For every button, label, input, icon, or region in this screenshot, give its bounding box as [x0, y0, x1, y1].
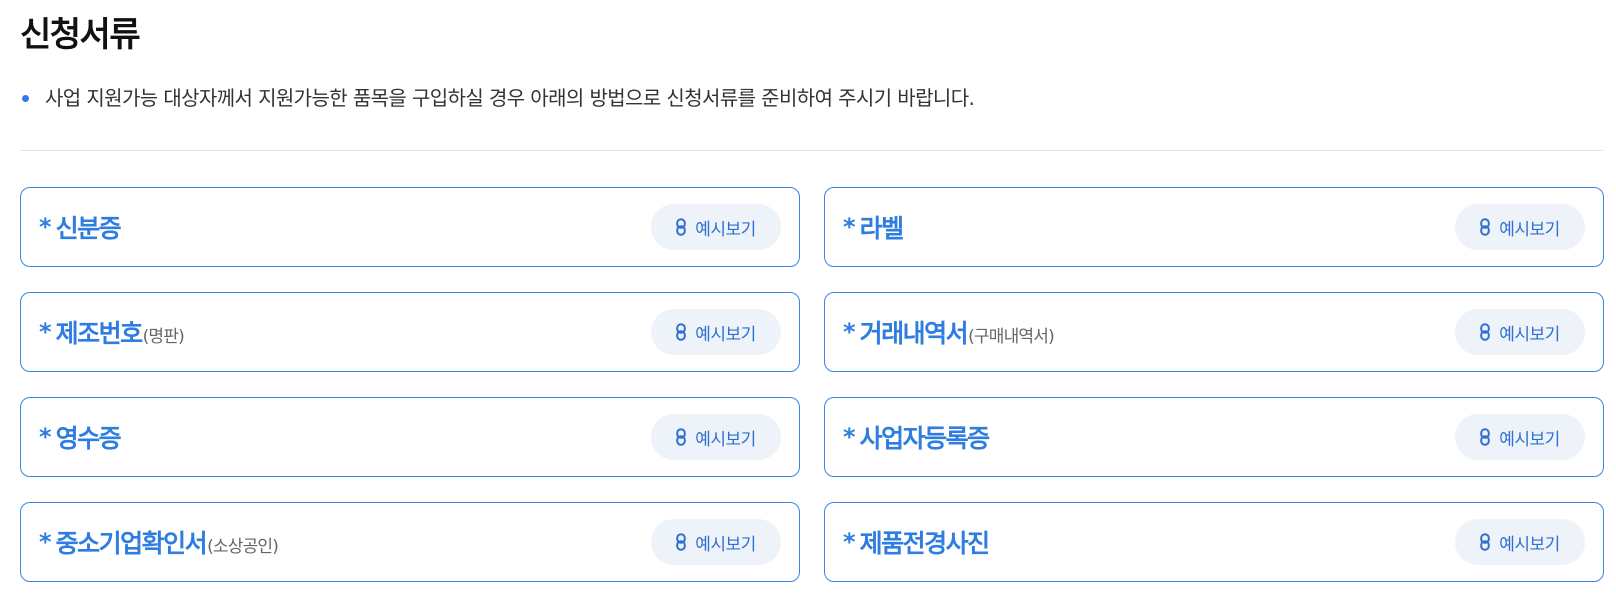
bullet-icon: [22, 94, 29, 102]
document-label: 영수증: [55, 424, 122, 453]
link-icon: [676, 428, 687, 446]
document-title: * 영수증: [39, 419, 122, 455]
documents-grid: * 신분증 예시보기 * 라벨 예시보기 * 제조번호 (명판) 예시보기 * …: [20, 187, 1604, 582]
document-title: * 제조번호 (명판): [39, 314, 185, 350]
document-card-receipt: * 영수증 예시보기: [20, 397, 800, 477]
document-label: 거래내역서: [859, 319, 969, 348]
link-icon: [676, 218, 687, 236]
required-star: *: [843, 318, 856, 346]
view-example-label: 예시보기: [1499, 324, 1560, 345]
view-example-label: 예시보기: [1499, 219, 1560, 240]
document-label: 신분증: [55, 214, 122, 243]
document-sublabel: (구매내역서): [968, 327, 1055, 347]
document-title: * 사업자등록증: [843, 419, 990, 455]
document-card-business-registration: * 사업자등록증 예시보기: [824, 397, 1604, 477]
document-card-sme-certificate: * 중소기업확인서 (소상공인) 예시보기: [20, 502, 800, 582]
view-example-label: 예시보기: [695, 219, 756, 240]
document-title: * 제품전경사진: [843, 524, 990, 560]
link-icon: [676, 533, 687, 551]
document-label: 제조번호: [55, 319, 144, 348]
document-sublabel: (소상공인): [207, 537, 279, 557]
view-example-button[interactable]: 예시보기: [1455, 414, 1585, 460]
view-example-label: 예시보기: [695, 534, 756, 555]
required-star: *: [843, 423, 856, 451]
document-label: 제품전경사진: [859, 529, 991, 558]
view-example-button[interactable]: 예시보기: [651, 414, 781, 460]
description: 사업 지원가능 대상자께서 지원가능한 품목을 구입하실 경우 아래의 방법으로…: [20, 82, 975, 114]
view-example-label: 예시보기: [1499, 534, 1560, 555]
link-icon: [1480, 533, 1491, 551]
document-title: * 라벨: [843, 209, 904, 245]
description-text: 사업 지원가능 대상자께서 지원가능한 품목을 구입하실 경우 아래의 방법으로…: [45, 86, 975, 110]
required-star: *: [39, 528, 52, 556]
document-label: 사업자등록증: [859, 424, 991, 453]
document-title: * 중소기업확인서 (소상공인): [39, 524, 279, 560]
required-star: *: [39, 423, 52, 451]
page-title: 신청서류: [20, 15, 141, 55]
application-documents-section: 신청서류 사업 지원가능 대상자께서 지원가능한 품목을 구입하실 경우 아래의…: [0, 0, 1616, 601]
view-example-button[interactable]: 예시보기: [1455, 309, 1585, 355]
document-title: * 거래내역서 (구매내역서): [843, 314, 1055, 350]
required-star: *: [843, 213, 856, 241]
document-label: 라벨: [859, 214, 905, 243]
view-example-button[interactable]: 예시보기: [651, 519, 781, 565]
document-card-id-card: * 신분증 예시보기: [20, 187, 800, 267]
document-label: 중소기업확인서: [55, 529, 208, 558]
link-icon: [1480, 218, 1491, 236]
view-example-button[interactable]: 예시보기: [1455, 519, 1585, 565]
view-example-button[interactable]: 예시보기: [1455, 204, 1585, 250]
required-star: *: [843, 528, 856, 556]
link-icon: [1480, 428, 1491, 446]
link-icon: [1480, 323, 1491, 341]
required-star: *: [39, 318, 52, 346]
view-example-label: 예시보기: [695, 429, 756, 450]
link-icon: [676, 323, 687, 341]
document-title: * 신분증: [39, 209, 122, 245]
document-card-serial-number: * 제조번호 (명판) 예시보기: [20, 292, 800, 372]
required-star: *: [39, 213, 52, 241]
view-example-button[interactable]: 예시보기: [651, 309, 781, 355]
view-example-button[interactable]: 예시보기: [651, 204, 781, 250]
view-example-label: 예시보기: [695, 324, 756, 345]
document-card-transaction-statement: * 거래내역서 (구매내역서) 예시보기: [824, 292, 1604, 372]
document-card-product-photo: * 제품전경사진 예시보기: [824, 502, 1604, 582]
document-sublabel: (명판): [142, 327, 185, 347]
document-card-label: * 라벨 예시보기: [824, 187, 1604, 267]
view-example-label: 예시보기: [1499, 429, 1560, 450]
divider: [20, 150, 1603, 151]
